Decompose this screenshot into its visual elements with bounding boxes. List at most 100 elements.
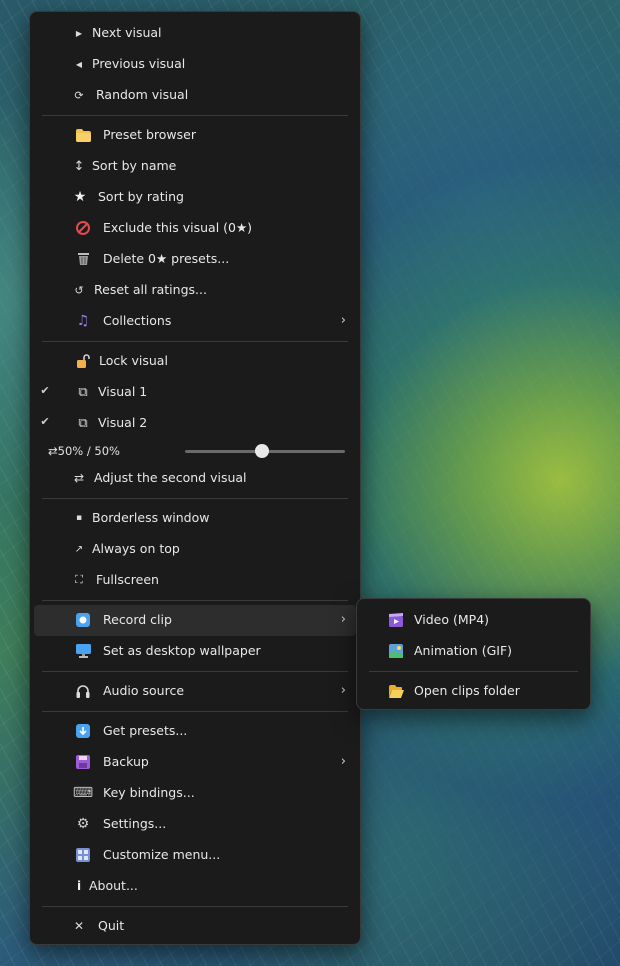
record-clip-submenu: Video (MP4) Animation (GIF) Open clips f… [356,598,591,710]
prohibited-icon [74,219,92,237]
menu-item-label: Sort by name [92,158,177,173]
checkmark-icon: ✔ [40,415,50,428]
folder-icon [74,126,92,144]
info-icon: i [76,879,82,893]
submenu-item-open-clips-folder[interactable]: Open clips folder [361,676,586,707]
menu-item-label: Animation (GIF) [414,643,513,658]
menu-item-label: Fullscreen [96,572,159,587]
menu-item-label: Set as desktop wallpaper [103,643,261,658]
menu-item-fullscreen[interactable]: ⛶ Fullscreen [34,565,356,596]
mix-value: 50% / 50% [57,444,120,458]
menu-item-record-clip[interactable]: Record clip › [34,605,356,636]
submenu-item-video-mp4[interactable]: Video (MP4) [361,605,586,636]
unlock-icon [74,352,92,370]
menu-item-label: Audio source [103,683,185,698]
headphones-icon [74,682,92,700]
download-icon [74,722,92,740]
menu-item-previous-visual[interactable]: ◀ Previous visual [34,49,356,80]
menu-item-label: Random visual [96,87,189,102]
menu-item-label: Preset browser [103,127,196,142]
menu-item-sort-by-name[interactable]: ↕ Sort by name [34,151,356,182]
submenu-item-animation-gif[interactable]: Animation (GIF) [361,636,586,667]
menu-item-label: Video (MP4) [414,612,490,627]
menu-separator [42,115,348,116]
play-icon: ▶ [75,28,83,38]
menu-item-customize-menu[interactable]: Customize menu... [34,840,356,871]
gear-icon: ⚙ [76,816,90,832]
menu-item-quit[interactable]: ✕ Quit [34,911,356,942]
menu-item-about[interactable]: i About... [34,871,356,902]
menu-item-label: Quit [98,918,125,933]
menu-item-collections[interactable]: ♫ Collections › [34,306,356,337]
pin-icon: ↗ [74,543,84,555]
close-icon: ✕ [73,919,85,933]
menu-item-label: Customize menu... [103,847,221,862]
keyboard-icon: ⌨ [72,785,94,801]
menu-item-label: Always on top [92,541,180,556]
menu-item-adjust-second-visual[interactable]: ⇄ Adjust the second visual [34,463,356,494]
menu-item-next-visual[interactable]: ▶ Next visual [34,18,356,49]
image-icon [387,642,405,660]
menu-item-label: Previous visual [92,56,186,71]
menu-item-label: About... [89,878,138,893]
window-icon: ▪ [75,513,83,523]
menu-item-audio-source[interactable]: Audio source › [34,676,356,707]
chevron-right-icon: › [340,754,346,769]
checkmark-icon: ✔ [40,384,50,397]
mix-slider-thumb[interactable] [255,444,269,458]
menu-separator [42,341,348,342]
record-icon [74,611,92,629]
video-icon [387,611,405,629]
menu-item-random-visual[interactable]: ⟳ Random visual [34,80,356,111]
menu-item-desktop-wallpaper[interactable]: Set as desktop wallpaper [34,636,356,667]
menu-item-lock-visual[interactable]: Lock visual [34,346,356,377]
trash-icon [74,250,92,268]
menu-item-label: Delete 0★ presets... [103,251,230,266]
folder-open-icon [387,682,405,700]
copy-icon: ⧉ [78,415,88,431]
star-icon: ★ [73,189,87,205]
menu-item-reset-ratings[interactable]: ↺ Reset all ratings... [34,275,356,306]
menu-separator [42,906,348,907]
menu-separator [42,498,348,499]
chevron-right-icon: › [340,683,346,698]
menu-item-borderless-window[interactable]: ▪ Borderless window [34,503,356,534]
context-menu: ▶ Next visual ◀ Previous visual ⟳ Random… [29,11,361,945]
menu-item-label: Backup [103,754,149,769]
swap-icon: ⇄ [48,444,58,458]
menu-item-visual-2[interactable]: ✔ ⧉ Visual 2 [34,408,356,439]
menu-item-get-presets[interactable]: Get presets... [34,716,356,747]
menu-item-settings[interactable]: ⚙ Settings... [34,809,356,840]
menu-item-label: Record clip [103,612,172,627]
menu-item-label: Collections [103,313,172,328]
menu-separator [42,600,348,601]
mix-slider-row: ⇄50% / 50% [34,439,356,463]
menu-item-label: Visual 1 [98,384,148,399]
grid-icon [74,846,92,864]
fullscreen-icon: ⛶ [75,573,83,586]
menu-item-label: Key bindings... [103,785,195,800]
menu-separator [42,671,348,672]
menu-item-label: Settings... [103,816,167,831]
chevron-right-icon: › [340,313,346,328]
menu-item-label: Adjust the second visual [94,470,247,485]
menu-item-backup[interactable]: Backup › [34,747,356,778]
swap-icon: ⇄ [73,471,85,485]
menu-item-key-bindings[interactable]: ⌨ Key bindings... [34,778,356,809]
menu-item-preset-browser[interactable]: Preset browser [34,120,356,151]
floppy-icon [74,753,92,771]
menu-item-exclude-visual[interactable]: Exclude this visual (0★) [34,213,356,244]
menu-item-always-on-top[interactable]: ↗ Always on top [34,534,356,565]
menu-item-delete-presets[interactable]: Delete 0★ presets... [34,244,356,275]
reset-icon: ↺ [74,283,84,297]
monitor-icon [74,642,92,660]
menu-item-visual-1[interactable]: ✔ ⧉ Visual 1 [34,377,356,408]
menu-item-sort-by-rating[interactable]: ★ Sort by rating [34,182,356,213]
menu-item-label: Next visual [92,25,162,40]
menu-item-label: Sort by rating [98,189,184,204]
mix-label: ⇄50% / 50% [48,444,120,458]
sort-icon: ↕ [73,158,85,174]
menu-item-label: Open clips folder [414,683,520,698]
menu-item-label: Get presets... [103,723,188,738]
menu-item-label: Exclude this visual (0★) [103,220,253,235]
